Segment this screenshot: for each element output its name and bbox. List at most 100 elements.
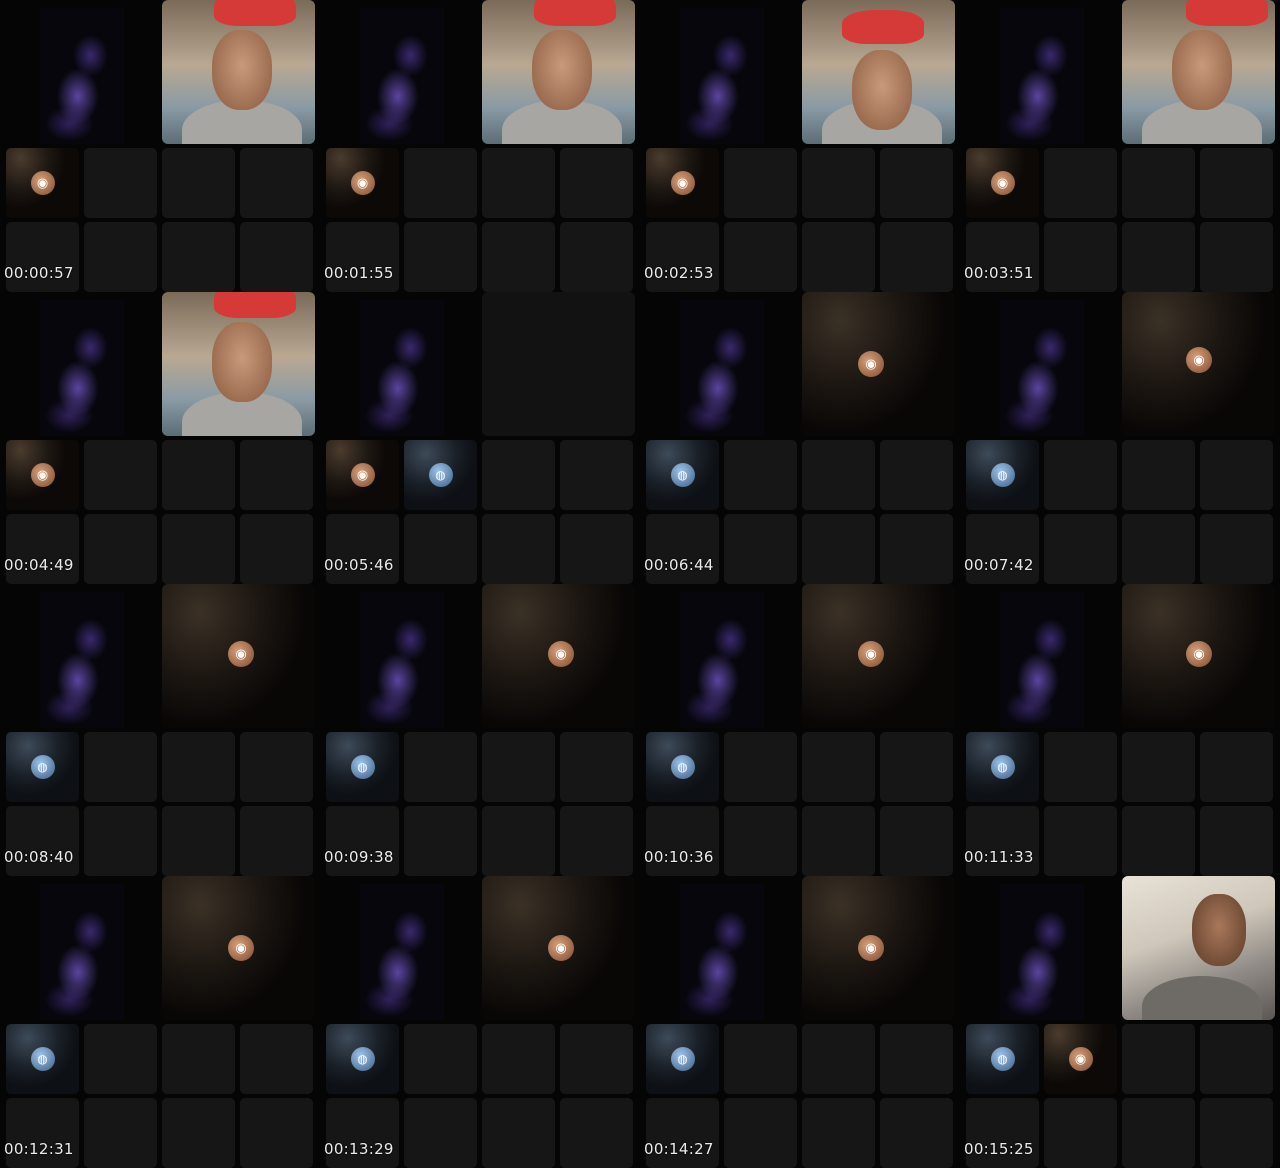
frame-thumbnail[interactable]: ◉ ◍ 00:07:42 [960,292,1280,584]
frame-timestamp: 00:05:46 [324,556,394,574]
globe-icon: ◍ [990,463,1015,487]
participant-video-tile [162,292,315,436]
smoke-video-tile [40,300,124,436]
empty-tile [84,732,157,802]
empty-tile [1044,440,1117,510]
frame-thumbnail[interactable]: ◉ 00:04:49 [0,292,320,584]
camera-icon: ◉ [670,171,695,195]
empty-tile [84,514,157,584]
empty-tile [404,148,477,218]
frame-thumbnail[interactable]: ◉ ◍ 00:08:40 [0,584,320,876]
frame-timestamp: 00:11:33 [964,848,1034,866]
frame-thumbnail[interactable]: ◉ ◍ 00:13:29 [320,876,640,1168]
frame-thumbnail[interactable]: ◉ ◍ 00:11:33 [960,584,1280,876]
empty-tile [802,222,875,292]
empty-tile [482,148,555,218]
empty-tile [560,1024,633,1094]
empty-tile [84,440,157,510]
empty-tile [1044,806,1117,876]
empty-tile [84,806,157,876]
participant-video-tile: ◉ [1122,292,1275,436]
empty-tile [1044,222,1117,292]
empty-tile [802,514,875,584]
globe-icon: ◍ [990,1047,1015,1071]
empty-tile [240,222,313,292]
empty-tile [1200,440,1273,510]
globe-avatar-tile: ◍ [966,1024,1039,1094]
empty-tile [560,514,633,584]
empty-tile [1200,1024,1273,1094]
participant-face [212,30,272,110]
globe-avatar-tile: ◍ [646,1024,719,1094]
empty-tile [84,222,157,292]
frame-thumbnail[interactable]: ◉ 00:01:55 [320,0,640,292]
empty-tile [802,806,875,876]
empty-tile [880,1098,953,1168]
empty-tile [1044,732,1117,802]
smoke-video-tile [680,8,764,144]
participant-face [532,30,592,110]
empty-tile [802,148,875,218]
empty-tile [1122,440,1195,510]
smoke-video-tile [360,8,444,144]
empty-tile [1200,1098,1273,1168]
frame-timestamp: 00:03:51 [964,264,1034,282]
smoke-video-tile [40,884,124,1020]
globe-avatar-tile: ◍ [646,732,719,802]
empty-tile [560,222,633,292]
empty-tile [1122,222,1195,292]
frame-thumbnail[interactable]: ◉ ◍ 00:12:31 [0,876,320,1168]
empty-tile [724,222,797,292]
smoke-video-tile [40,8,124,144]
frame-timestamp: 00:01:55 [324,264,394,282]
camera-icon: ◉ [1068,1047,1093,1071]
participant-video-tile [1122,876,1275,1020]
empty-tile [1044,514,1117,584]
camera-avatar-tile: ◉ [646,148,719,218]
participant-video-tile: ◉ [482,584,635,728]
frame-thumbnail[interactable]: ◉ 00:00:57 [0,0,320,292]
empty-tile [482,732,555,802]
globe-avatar-tile: ◍ [404,440,477,510]
empty-tile [240,1024,313,1094]
globe-icon: ◍ [670,463,695,487]
globe-avatar-tile: ◍ [6,732,79,802]
frame-thumbnail[interactable]: ◉ 00:03:51 [960,0,1280,292]
smoke-video-tile [1000,300,1084,436]
camera-icon: ◉ [228,935,254,961]
globe-avatar-tile: ◍ [646,440,719,510]
frame-thumbnail[interactable]: ◍ ◉ 00:15:25 [960,876,1280,1168]
frame-timestamp: 00:09:38 [324,848,394,866]
frame-thumbnail[interactable]: ◉ 00:02:53 [640,0,960,292]
empty-tile [1122,732,1195,802]
empty-tile [240,732,313,802]
globe-icon: ◍ [30,755,55,779]
frame-timestamp: 00:02:53 [644,264,714,282]
frame-timestamp: 00:06:44 [644,556,714,574]
red-cap [214,0,296,26]
empty-tile [240,148,313,218]
participant-video-tile: ◉ [482,876,635,1020]
frame-timestamp: 00:13:29 [324,1140,394,1158]
frame-timestamp: 00:14:27 [644,1140,714,1158]
frame-thumbnail[interactable]: ◉ ◍ 00:10:36 [640,584,960,876]
frame-timestamp: 00:00:57 [4,264,74,282]
frame-thumbnail[interactable]: ◉ ◍ 00:05:46 [320,292,640,584]
frame-thumbnail[interactable]: ◉ ◍ 00:09:38 [320,584,640,876]
red-cap [214,292,296,318]
empty-tile [1122,514,1195,584]
globe-avatar-tile: ◍ [326,1024,399,1094]
red-cap [842,10,924,44]
empty-tile [802,1098,875,1168]
camera-avatar-tile: ◉ [6,148,79,218]
empty-tile [162,148,235,218]
frame-thumbnail[interactable]: ◉ ◍ 00:14:27 [640,876,960,1168]
participant-video-tile: ◉ [802,292,955,436]
empty-tile [560,806,633,876]
empty-tile [240,1098,313,1168]
empty-tile [724,148,797,218]
frame-thumbnail[interactable]: ◉ ◍ 00:06:44 [640,292,960,584]
participant-face [212,322,272,402]
smoke-video-tile [1000,8,1084,144]
globe-icon: ◍ [670,755,695,779]
